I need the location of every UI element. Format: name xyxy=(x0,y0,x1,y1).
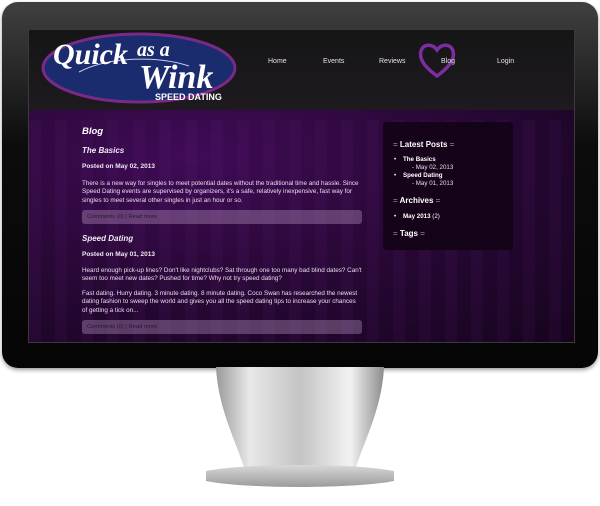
sidebar-archive-link[interactable]: • May 2013 (2) xyxy=(394,213,440,220)
nav-events[interactable]: Events xyxy=(323,58,344,65)
post-body: Fast dating. Hurry dating. 3 minute dati… xyxy=(82,290,358,314)
post-body: Heard enough pick-up lines? Don't like n… xyxy=(82,267,362,283)
logo-text-quick: Quick xyxy=(53,38,128,71)
monitor-screen: Quick as a Wink SPEED DATING Home Events… xyxy=(28,29,575,343)
monitor-stand xyxy=(206,367,394,487)
logo-text-asa: as a xyxy=(137,39,170,61)
main-nav: Home Events Reviews Blog Login xyxy=(265,43,565,79)
sidebar: = Latest Posts = • The Basics - May 02, 2… xyxy=(383,122,513,250)
post-meta-links[interactable]: Comments (0) | Read more xyxy=(87,214,157,220)
logo-tagline: SPEED DATING xyxy=(155,92,222,102)
post-date: Posted on May 01, 2013 xyxy=(82,251,155,258)
nav-blog[interactable]: Blog xyxy=(441,58,455,65)
sidebar-post-date: - May 02, 2013 xyxy=(412,164,454,171)
page-title: Blog xyxy=(82,126,104,137)
post-meta-links[interactable]: Comments (0) | Read more xyxy=(87,324,157,330)
logo-text-wink: Wink xyxy=(139,59,213,96)
nav-home[interactable]: Home xyxy=(268,58,287,65)
post-date: Posted on May 02, 2013 xyxy=(82,163,155,170)
sidebar-post-link[interactable]: • Speed Dating xyxy=(394,172,443,179)
site-logo[interactable]: Quick as a Wink SPEED DATING xyxy=(39,29,239,108)
nav-reviews[interactable]: Reviews xyxy=(379,58,405,65)
post-meta-bar: Comments (0) | Read more xyxy=(82,320,362,334)
sidebar-post-date: - May 01, 2013 xyxy=(412,180,454,187)
sidebar-heading-archives: = Archives = xyxy=(393,196,441,205)
post-body: There is a new way for singles to meet p… xyxy=(82,180,359,204)
sidebar-heading-latest: = Latest Posts = xyxy=(393,140,455,149)
post-meta-bar: Comments (0) | Read more xyxy=(82,210,362,224)
sidebar-post-link[interactable]: • The Basics xyxy=(394,156,436,163)
sidebar-heading-tags: = Tags = xyxy=(393,229,425,238)
nav-login[interactable]: Login xyxy=(497,58,514,65)
post-title[interactable]: The Basics xyxy=(82,146,124,155)
post-title[interactable]: Speed Dating xyxy=(82,234,133,243)
site-header: Quick as a Wink SPEED DATING Home Events… xyxy=(29,30,574,110)
